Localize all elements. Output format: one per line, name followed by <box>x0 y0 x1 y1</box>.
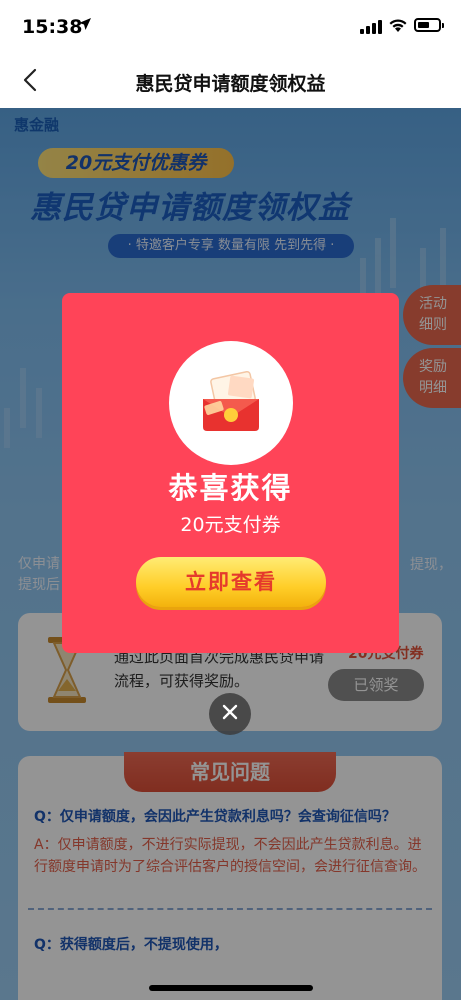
status-bar: 15:38 <box>0 0 461 56</box>
reward-icon-circle <box>169 341 293 465</box>
modal-subtitle: 20元支付券 <box>180 514 281 536</box>
reward-modal: 恭喜获得 20元支付券 立即查看 <box>62 293 399 653</box>
red-envelope-icon <box>203 370 259 431</box>
page-title: 惠民贷申请额度领权益 <box>135 73 326 95</box>
nav-bar: 惠民贷申请额度领权益 <box>0 56 461 108</box>
location-arrow-icon <box>78 17 92 35</box>
modal-title: 恭喜获得 <box>168 471 293 505</box>
signal-icon <box>360 20 382 34</box>
close-button[interactable] <box>209 693 251 735</box>
wifi-icon <box>388 17 408 33</box>
view-now-button[interactable]: 立即查看 <box>136 557 326 607</box>
status-time: 15:38 <box>22 16 83 38</box>
home-indicator <box>149 985 313 991</box>
close-icon <box>222 704 238 724</box>
battery-icon <box>414 18 444 32</box>
